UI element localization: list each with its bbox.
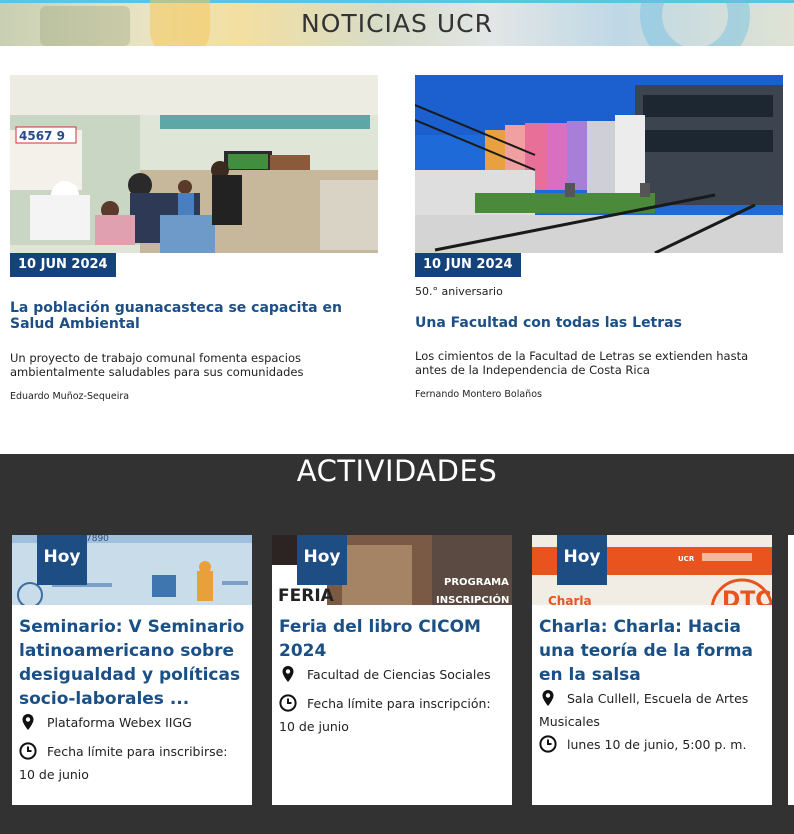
svg-text:4567 9: 4567 9 — [19, 129, 65, 143]
news-title[interactable]: La población guanacasteca se capacita en… — [10, 300, 378, 332]
activity-deadline: Fecha límite para inscripción: 10 de jun… — [279, 692, 507, 738]
noticias-banner: NOTICIAS UCR — [0, 0, 794, 46]
activity-location: Plataforma Webex IIGG — [19, 711, 247, 734]
activity-title[interactable]: Charla: Charla: Hacia una teoría de la f… — [539, 615, 771, 687]
news-kicker: 50.° aniversario — [415, 285, 503, 298]
image-text: UCR — [678, 555, 695, 563]
news-date-badge: 10 JUN 2024 — [10, 253, 116, 277]
activity-place: Sala Cullell, Escuela de Artes Musicales — [539, 691, 749, 729]
news-author: Eduardo Muñoz-Sequeira — [10, 391, 130, 402]
activity-deadline-text: lunes 10 de junio, 5:00 p. m. — [567, 737, 747, 752]
news-subtitle: Un proyecto de trabajo comunal fomenta e… — [10, 351, 304, 379]
activity-image[interactable]: UCR Charla DTC Hoy — [532, 535, 772, 605]
today-badge: Hoy — [37, 535, 87, 585]
image-text: DTC — [722, 588, 771, 605]
next-activity-card-edge[interactable] — [788, 535, 794, 805]
section-title-actividades: ACTIVIDADES — [296, 454, 498, 488]
activities-section: ACTIVIDADES 7890 Hoy Seminario: V Semina… — [0, 454, 794, 834]
activity-location: Sala Cullell, Escuela de Artes Musicales — [539, 687, 767, 733]
image-text: PROGRAMA — [444, 577, 509, 588]
today-badge: Hoy — [557, 535, 607, 585]
map-pin-icon — [279, 665, 297, 683]
activity-card[interactable]: 7890 Hoy Seminario: V Seminario latinoam… — [12, 535, 252, 805]
news-card[interactable]: 4567 9 10 JUN 2024 La población guanacas… — [10, 75, 378, 405]
activity-deadline: Fecha límite para inscribirse: 10 de jun… — [19, 740, 247, 786]
news-card[interactable]: 10 JUN 2024 50.° aniversario Una Faculta… — [415, 75, 783, 405]
map-pin-icon — [19, 713, 37, 731]
activity-place: Facultad de Ciencias Sociales — [307, 667, 491, 682]
news-title[interactable]: Una Facultad con todas las Letras — [415, 315, 783, 331]
image-text: INSCRIPCIÓN — [436, 593, 509, 605]
image-text: FERIA — [278, 586, 335, 605]
news-date-badge: 10 JUN 2024 — [415, 253, 521, 277]
image-text: 7890 — [86, 535, 109, 544]
activity-deadline: lunes 10 de junio, 5:00 p. m. — [539, 733, 767, 756]
news-subtitle: Los cimientos de la Facultad de Letras s… — [415, 349, 749, 377]
activity-card[interactable]: UCR Charla DTC Hoy Charla: Charla: Hacia… — [532, 535, 772, 805]
activity-place: Plataforma Webex IIGG — [47, 715, 192, 730]
map-pin-icon — [539, 689, 557, 707]
image-text: Charla — [548, 594, 592, 605]
news-image-classroom[interactable]: 4567 9 — [10, 75, 378, 253]
clock-icon — [539, 735, 557, 753]
news-author: Fernando Montero Bolaños — [415, 389, 542, 400]
activity-deadline-text: Fecha límite para inscribirse: 10 de jun… — [19, 744, 228, 782]
news-image-building[interactable] — [415, 75, 783, 253]
today-badge: Hoy — [297, 535, 347, 585]
clock-icon — [19, 742, 37, 760]
activity-location: Facultad de Ciencias Sociales — [279, 663, 507, 686]
section-title-noticias: NOTICIAS UCR — [301, 9, 493, 38]
activity-title[interactable]: Seminario: V Seminario latinoamericano s… — [19, 615, 251, 711]
activity-image[interactable]: FERIA PROGRAMA INSCRIPCIÓN Hoy — [272, 535, 512, 605]
activity-deadline-text: Fecha límite para inscripción: 10 de jun… — [279, 696, 491, 734]
activity-title[interactable]: Feria del libro CICOM 2024 — [279, 615, 511, 663]
activity-card[interactable]: FERIA PROGRAMA INSCRIPCIÓN Hoy Feria del… — [272, 535, 512, 805]
clock-icon — [279, 694, 297, 712]
activity-image[interactable]: 7890 Hoy — [12, 535, 252, 605]
